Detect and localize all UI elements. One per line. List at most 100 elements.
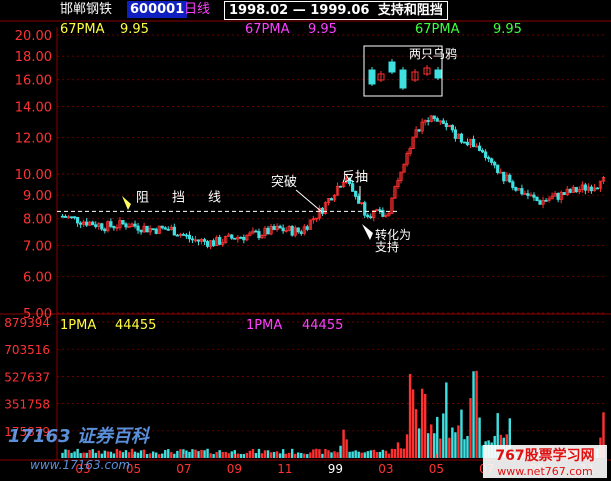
candle-body [103,228,107,232]
volume-bar [236,453,240,458]
volume-tick-label: 703516 [4,343,50,357]
candle-body [511,181,515,188]
volume-bar [290,448,294,458]
candle-body [556,193,560,200]
volume-bar [88,449,91,458]
candle-body [160,225,164,229]
volume-bar [366,451,369,458]
volume-bar [130,448,134,458]
volume-bar [272,452,276,458]
volume-bar [154,452,158,458]
volume-bar [454,432,457,458]
volume-bar [330,452,333,458]
candle-body [266,227,270,235]
candle-body [63,215,68,218]
price-tick-label: 12.00 [15,131,52,146]
candle-body [205,241,210,247]
volume-bar [275,451,279,458]
volume-bar [417,428,421,458]
candle-body [338,185,343,188]
candle-body [121,220,125,225]
resistance-label-char: 阻 [136,190,149,205]
volume-bar [188,451,191,458]
volume-bar [281,449,285,458]
volume-bar [254,452,258,458]
candle-body [166,228,170,231]
candle-body [366,214,370,218]
price-tick-label: 7.00 [23,240,52,255]
volume-bar [218,450,221,458]
candle-body [526,193,530,196]
volume-bar [230,451,233,458]
pullback-label: 反抽 [342,170,368,185]
candle-body [496,164,500,173]
candle-body [257,231,261,239]
price-tick-label: 20.00 [15,29,52,44]
candle-body [453,129,458,139]
candle-body [136,225,140,231]
candle-body [568,188,572,193]
volume-bar [363,452,366,458]
price-candles [60,114,606,250]
volume-bar [215,452,218,458]
volume-bar [439,438,442,458]
volume-bar [139,450,143,458]
candle-body [417,129,421,132]
watermark-right-url: www.net767.com [497,465,593,478]
candle-body [181,234,186,236]
candle-body [354,190,358,197]
volume-tick-label: 351758 [4,398,50,412]
volume-bar [405,434,409,458]
volume-bar [396,442,400,458]
breakout-label: 突破 [271,174,297,190]
volume-bar [315,448,318,458]
candle-body [254,230,258,233]
volume-bar [351,451,354,458]
volume-bar [463,439,466,458]
volume-ma-name: 1PMA [246,318,282,333]
price-tick-label: 14.00 [15,101,52,116]
candle-body [233,237,237,240]
candle-body [154,228,158,234]
candle-body [508,174,512,183]
volume-bar [206,448,209,458]
candle-body [230,234,234,239]
volume-bar [420,388,424,458]
price-tick-label: 18.00 [15,50,52,65]
candle-body [212,240,216,247]
volume-bar [239,453,243,458]
candle-body [432,115,436,120]
candle-body [583,184,587,191]
volume-bar [145,454,149,458]
volume-bar [170,452,173,458]
candle-body [281,227,285,232]
time-tick-label: 09 [227,462,242,476]
volume-bar [118,450,122,458]
volume-bar [248,450,252,458]
volume-bar [402,448,406,458]
candle-body [378,209,382,212]
volume-bar [442,413,445,458]
candle-body [595,187,600,190]
price-axis: 20.00 18.00 16.00 14.00 12.00 10.00 9.00 8.00 7.… [15,29,607,322]
volume-bar [360,452,363,458]
candle-body [278,225,282,229]
volume-bar [303,453,306,458]
candle-body [477,145,482,151]
inset-candle-body [399,69,407,89]
volume-bar [115,448,119,458]
candle-body [112,226,116,229]
volume-bar [136,452,140,458]
candle-body [369,216,373,219]
inset-candle-body [368,69,376,85]
volume-bar [263,450,267,458]
volume-bar [369,450,372,458]
candle-body [462,141,467,144]
candle-body [290,226,294,236]
candle-body [109,221,113,227]
candle-body [465,141,470,146]
time-tick-label: 05 [429,462,444,476]
volume-bar [167,449,170,458]
volume-bar [336,452,339,458]
volume-bar [242,453,246,458]
